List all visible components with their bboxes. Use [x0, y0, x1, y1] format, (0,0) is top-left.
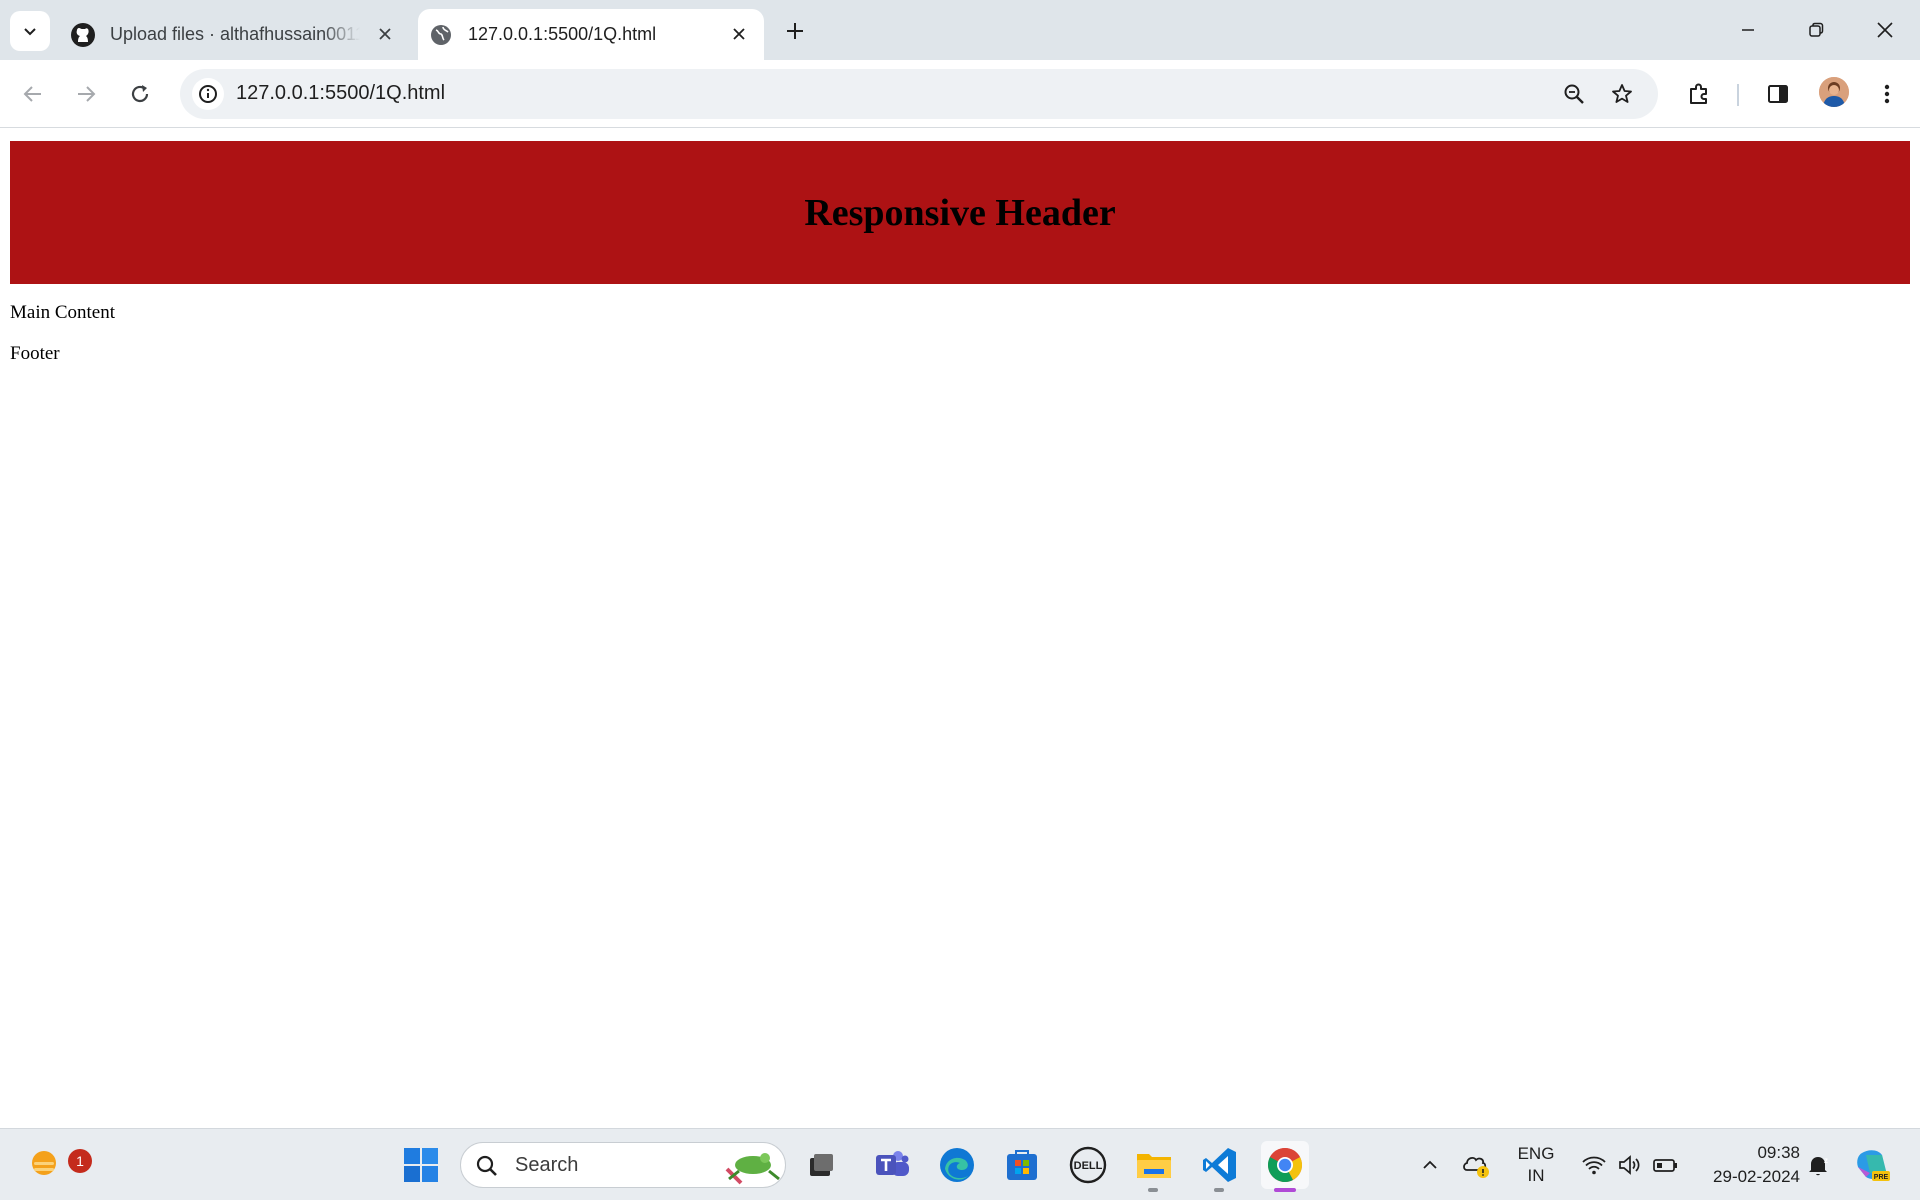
toolbar-divider: [1737, 84, 1739, 106]
show-hidden-icons-button[interactable]: [1406, 1141, 1454, 1189]
tab-github-upload[interactable]: Upload files · althafhussain0011: [70, 9, 410, 60]
task-view-button[interactable]: [797, 1141, 845, 1189]
reload-icon: [131, 85, 149, 103]
dell-button[interactable]: DELL: [1064, 1141, 1112, 1189]
tab-title: 127.0.0.1:5500/1Q.html: [468, 24, 657, 44]
bookmark-star-icon[interactable]: [1608, 80, 1636, 108]
widgets-button[interactable]: 1: [22, 1139, 92, 1187]
edge-icon: [940, 1148, 974, 1182]
globe-icon: [428, 22, 454, 48]
restore-icon: [1809, 22, 1824, 37]
minimize-button[interactable]: [1725, 10, 1771, 50]
tab-search-button[interactable]: [10, 11, 50, 51]
arrow-left-icon: [23, 86, 41, 102]
chrome-icon: [1268, 1148, 1302, 1182]
svg-text:DELL: DELL: [1074, 1160, 1103, 1172]
address-text[interactable]: 127.0.0.1:5500/1Q.html: [236, 82, 445, 105]
search-placeholder: Search: [515, 1154, 579, 1176]
onedrive-button[interactable]: [1454, 1141, 1498, 1189]
side-panel-icon[interactable]: [1761, 77, 1795, 111]
copilot-icon: PRE: [1857, 1150, 1890, 1181]
running-indicator: [1214, 1188, 1224, 1192]
main-content: Main Content: [10, 302, 116, 323]
page-viewport: Responsive Header Main Content Footer: [0, 129, 1920, 1129]
running-indicator: [1148, 1188, 1158, 1192]
chevron-down-icon: [24, 28, 36, 36]
volume-button[interactable]: [1610, 1141, 1650, 1189]
volume-icon: [1619, 1155, 1640, 1175]
battery-icon: [1653, 1159, 1677, 1172]
vscode-icon: [1203, 1148, 1236, 1182]
dell-icon: DELL: [1069, 1146, 1107, 1184]
taskbar: 1 Search DELL ENG IN 09:38 29-02-2024 z …: [0, 1128, 1920, 1200]
svg-text:PRE: PRE: [1874, 1174, 1889, 1181]
extensions-icon[interactable]: [1682, 77, 1716, 111]
language-code: ENG: [1517, 1144, 1555, 1163]
wifi-button[interactable]: [1574, 1141, 1614, 1189]
store-icon: [1007, 1150, 1037, 1180]
notification-badge: 1: [68, 1149, 92, 1173]
region-code: IN: [1527, 1166, 1545, 1185]
teams-button[interactable]: [868, 1141, 916, 1189]
tab-strip: Upload files · althafhussain0011 127.0.0…: [0, 0, 1920, 60]
svg-text:z: z: [1824, 1156, 1828, 1165]
address-bar[interactable]: 127.0.0.1:5500/1Q.html: [180, 69, 1658, 119]
date-text: 29-02-2024: [1713, 1167, 1800, 1186]
frog-highlight-icon: [725, 1153, 780, 1185]
page-title: Responsive Header: [804, 191, 1116, 234]
footer-text: Footer: [10, 343, 60, 364]
vscode-button[interactable]: [1196, 1141, 1244, 1192]
close-window-button[interactable]: [1862, 10, 1908, 50]
forward-button[interactable]: [66, 74, 106, 114]
time-text: 09:38: [1757, 1143, 1800, 1162]
battery-button[interactable]: [1645, 1141, 1685, 1189]
responsive-header: Responsive Header: [10, 141, 1910, 284]
zoom-icon[interactable]: [1560, 80, 1588, 108]
file-explorer-button[interactable]: [1130, 1141, 1178, 1192]
github-icon: [70, 22, 96, 48]
file-explorer-icon: [1137, 1154, 1171, 1178]
close-icon[interactable]: [374, 23, 396, 45]
close-icon[interactable]: [728, 23, 750, 45]
tab-title: Upload files · althafhussain0011: [110, 24, 360, 44]
plus-icon: [787, 23, 803, 39]
search-icon: [476, 1155, 497, 1176]
chrome-button[interactable]: [1261, 1141, 1309, 1192]
bell-snooze-icon: z: [1809, 1156, 1828, 1176]
language-indicator[interactable]: ENG IN: [1508, 1143, 1564, 1187]
taskbar-search[interactable]: Search: [460, 1142, 786, 1188]
start-icon: [404, 1148, 438, 1182]
start-button[interactable]: [397, 1141, 445, 1189]
wifi-icon: [1582, 1156, 1606, 1175]
tab-local-page[interactable]: 127.0.0.1:5500/1Q.html: [418, 9, 764, 60]
browser-toolbar: 127.0.0.1:5500/1Q.html: [0, 60, 1920, 128]
avatar[interactable]: [1819, 77, 1849, 107]
reload-button[interactable]: [120, 74, 160, 114]
notifications-button[interactable]: z: [1796, 1141, 1840, 1189]
arrow-right-icon: [78, 86, 96, 102]
back-button[interactable]: [13, 74, 53, 114]
close-icon: [1877, 22, 1893, 38]
store-button[interactable]: [998, 1141, 1046, 1189]
new-tab-button[interactable]: [780, 16, 810, 46]
info-icon[interactable]: [192, 78, 224, 110]
clock[interactable]: 09:38 29-02-2024: [1700, 1141, 1800, 1189]
weather-icon: [32, 1151, 56, 1175]
more-menu-icon[interactable]: [1870, 77, 1904, 111]
teams-icon: [876, 1151, 909, 1176]
active-indicator: [1274, 1188, 1296, 1192]
chevron-up-icon: [1423, 1160, 1437, 1169]
copilot-button[interactable]: PRE: [1848, 1141, 1896, 1189]
task-view-icon: [810, 1154, 833, 1176]
minimize-icon: [1742, 29, 1754, 31]
restore-button[interactable]: [1793, 10, 1839, 50]
cloud-warning-icon: [1463, 1156, 1489, 1178]
edge-button[interactable]: [933, 1141, 981, 1189]
